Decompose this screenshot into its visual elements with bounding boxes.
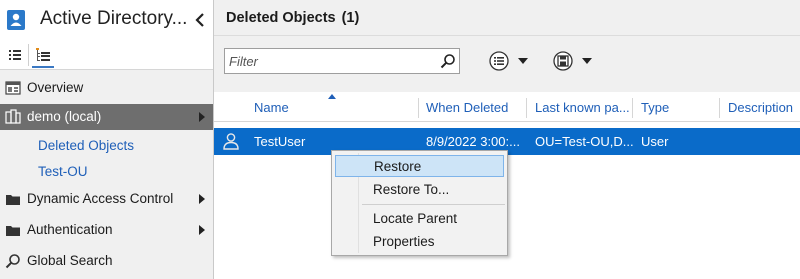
menu-item-locate-parent[interactable]: Locate Parent [335, 208, 504, 230]
menu-item-label: Restore [374, 159, 422, 174]
cell-type: User [641, 134, 669, 149]
sidebar-item-label: Deleted Objects [38, 138, 135, 153]
app-title: Active Directory... [40, 8, 188, 29]
menu-item-properties[interactable]: Properties [335, 231, 504, 253]
column-header-name[interactable]: Name [254, 100, 289, 115]
sidebar-item-label: demo (local) [27, 109, 102, 124]
domain-icon [5, 109, 21, 124]
sidebar-item-global-search[interactable]: Global Search [0, 248, 213, 274]
folder-icon [6, 195, 20, 205]
save-query-button[interactable] [552, 50, 598, 72]
column-divider[interactable] [719, 98, 720, 118]
object-count: (1) [341, 10, 360, 26]
overview-icon [5, 81, 21, 95]
expand-arrow-icon[interactable] [198, 193, 206, 205]
column-header-last-known-parent[interactable]: Last known pa... [535, 100, 630, 115]
column-divider[interactable] [418, 98, 419, 118]
menu-item-restore-to[interactable]: Restore To... [335, 179, 504, 201]
collapse-pane-chevron-icon[interactable] [194, 12, 206, 28]
menu-item-restore[interactable]: Restore [335, 155, 504, 177]
sidebar-item-deleted-objects[interactable]: Deleted Objects [0, 134, 213, 158]
menu-item-label: Restore To... [373, 182, 450, 197]
column-divider[interactable] [632, 98, 633, 118]
sidebar-item-label: Overview [27, 80, 84, 95]
cell-when-deleted: 8/9/2022 3:00:... [426, 134, 520, 149]
active-directory-logo-icon [7, 10, 25, 30]
menu-divider [362, 204, 505, 205]
filter-input[interactable] [229, 52, 429, 70]
menu-item-label: Properties [373, 234, 435, 249]
sidebar-item-demo-local[interactable]: demo (local) [0, 104, 213, 130]
search-icon[interactable] [440, 53, 456, 69]
sidebar-item-label: Authentication [27, 222, 113, 237]
sidebar-item-label: Test-OU [38, 164, 88, 179]
cell-last-known-parent: OU=Test-OU,D... [535, 134, 634, 149]
context-menu: Restore Restore To... Locate Parent Prop… [331, 150, 508, 256]
expand-arrow-icon[interactable] [198, 111, 206, 123]
page-title: Deleted Objects (1) [226, 10, 359, 26]
folder-icon [6, 226, 20, 236]
active-view-indicator [32, 66, 54, 68]
columns-menu-button[interactable] [488, 50, 534, 72]
sidebar-item-label: Dynamic Access Control [27, 191, 174, 206]
search-icon [5, 254, 20, 269]
grid-column-headers: Name When Deleted Last known pa... Type … [214, 92, 800, 122]
column-header-description[interactable]: Description [728, 100, 793, 115]
sort-ascending-icon [328, 94, 336, 99]
column-header-when-deleted[interactable]: When Deleted [426, 100, 508, 115]
menu-item-label: Locate Parent [373, 211, 458, 226]
navigation-pane: Active Directory... Overview demo (local… [0, 0, 214, 279]
toolbar [214, 36, 800, 92]
expand-arrow-icon[interactable] [198, 224, 206, 236]
tree-view-icon[interactable] [32, 44, 54, 66]
sidebar-item-authentication[interactable]: Authentication [0, 217, 213, 243]
sidebar-item-test-ou[interactable]: Test-OU [0, 160, 213, 184]
user-icon [223, 133, 239, 150]
sidebar-item-dynamic-access-control[interactable]: Dynamic Access Control [0, 186, 213, 212]
page-title-text: Deleted Objects [226, 10, 336, 26]
app-header: Active Directory... [0, 0, 213, 40]
sidebar-item-overview[interactable]: Overview [0, 75, 213, 101]
view-toggle-divider [28, 44, 29, 66]
filter-box [224, 48, 460, 74]
content-header: Deleted Objects (1) [214, 0, 800, 36]
column-header-type[interactable]: Type [641, 100, 669, 115]
column-divider[interactable] [526, 98, 527, 118]
sidebar-item-label: Global Search [27, 253, 113, 268]
cell-name: TestUser [254, 134, 306, 149]
list-view-icon[interactable] [4, 44, 26, 66]
view-toggle-bar [0, 40, 213, 70]
